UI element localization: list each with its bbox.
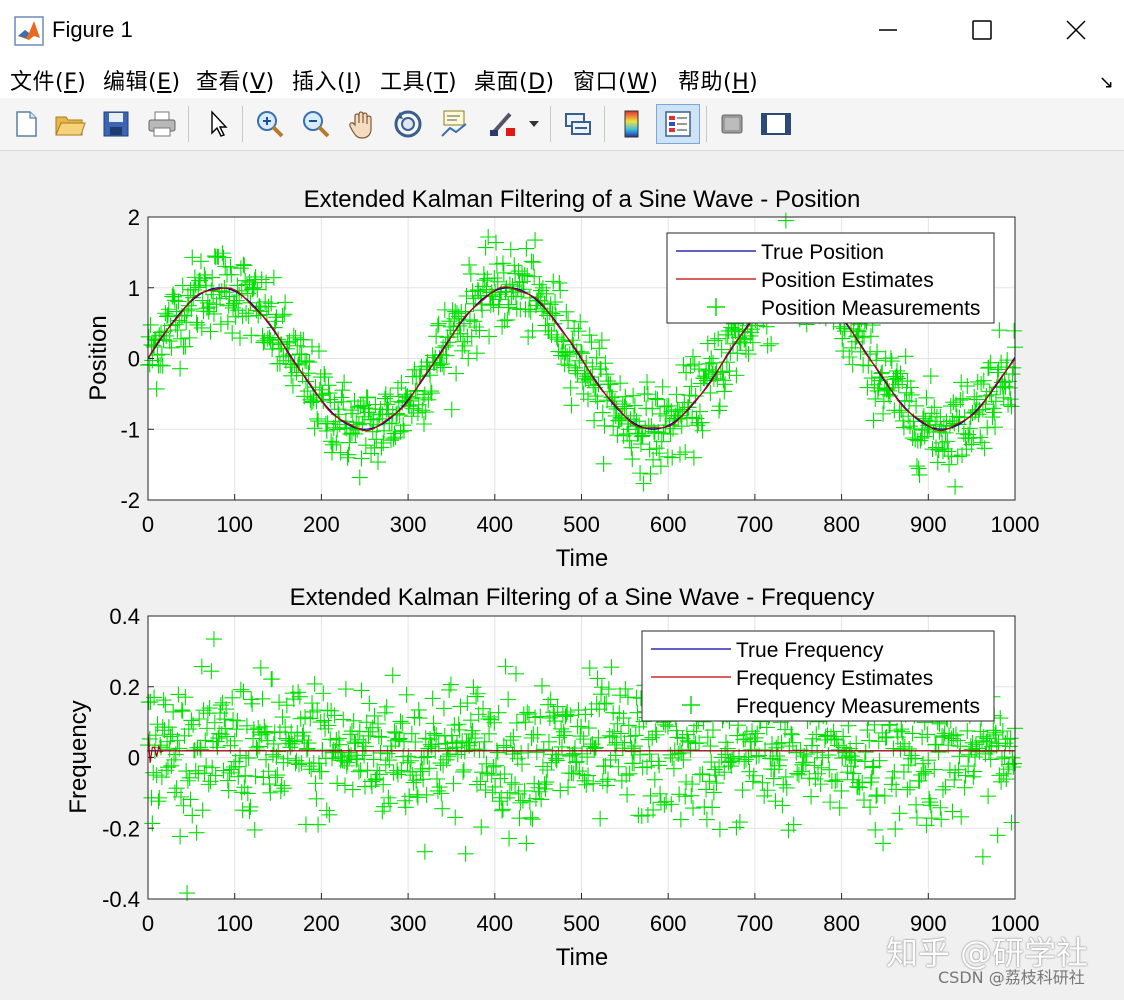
rotate-3d-icon[interactable] <box>390 106 426 142</box>
matlab-logo-icon <box>14 16 44 46</box>
y-tick-label: 2 <box>128 205 140 230</box>
hide-plot-tools-icon[interactable] <box>714 106 750 142</box>
new-file-icon[interactable] <box>8 106 44 142</box>
x-tick-label: 200 <box>303 911 340 936</box>
window-title-bar: Figure 1 <box>0 0 1124 61</box>
x-tick-label: 700 <box>737 911 774 936</box>
axes-position[interactable]: Extended Kalman Filtering of a Sine Wave… <box>85 186 1039 572</box>
menu-window[interactable]: 窗口(W) <box>573 64 658 96</box>
maximize-button[interactable] <box>936 0 1028 60</box>
minimize-icon <box>879 29 897 31</box>
menu-desktop[interactable]: 桌面(D) <box>474 64 555 96</box>
chevron-down-icon[interactable] <box>524 106 544 142</box>
menu-edit[interactable]: 编辑(E) <box>103 64 181 96</box>
y-tick-labels: 0.4 0.2 0 -0.2 -0.4 <box>102 604 154 912</box>
x-tick-label: 600 <box>650 911 687 936</box>
toolbar-separator <box>550 106 551 142</box>
x-tick-label: 500 <box>563 911 600 936</box>
legend-label: True Frequency <box>736 639 884 662</box>
x-tick-label: 600 <box>650 512 687 537</box>
legend-label: True Position <box>761 241 884 264</box>
y-axis-label: Position <box>85 315 112 400</box>
close-button[interactable] <box>1030 0 1122 60</box>
x-tick-label: 800 <box>823 512 860 537</box>
legend-label: Position Estimates <box>761 269 934 292</box>
open-folder-icon[interactable] <box>52 106 88 142</box>
y-tick-label: 0 <box>128 746 140 771</box>
x-tick-label: 200 <box>303 512 340 537</box>
zoom-out-icon[interactable] <box>298 106 334 142</box>
legend-label: Frequency Estimates <box>736 667 933 690</box>
x-tick-label: 400 <box>476 512 513 537</box>
x-tick-label: 0 <box>142 911 154 936</box>
x-tick-label: 1000 <box>991 512 1040 537</box>
menu-help[interactable]: 帮助(H) <box>678 64 758 96</box>
menu-view[interactable]: 查看(V) <box>196 64 275 96</box>
window-title: Figure 1 <box>52 17 133 42</box>
y-tick-label: 0.4 <box>109 604 140 629</box>
dock-arrow-icon[interactable]: ↘ <box>1099 72 1114 93</box>
legend[interactable]: True Position Position Estimates Positio… <box>666 232 995 324</box>
toolbar-separator <box>188 106 189 142</box>
y-tick-label: 0 <box>128 347 140 372</box>
x-tick-label: 400 <box>476 911 513 936</box>
legend-label: Position Measurements <box>761 297 980 320</box>
print-icon[interactable] <box>144 106 180 142</box>
x-axis-label: Time <box>556 944 608 971</box>
data-tips-icon[interactable] <box>436 106 472 142</box>
colorbar-icon[interactable] <box>614 106 650 142</box>
y-tick-label: -1 <box>120 417 140 442</box>
x-tick-label: 700 <box>737 512 774 537</box>
y-tick-label: 1 <box>128 276 140 301</box>
brush-icon[interactable] <box>484 106 520 142</box>
menu-bar: 文件(F) 编辑(E) 查看(V) 插入(I) 工具(T) 桌面(D) 窗口(W… <box>0 60 1124 98</box>
link-plot-icon[interactable] <box>560 106 596 142</box>
menu-tools[interactable]: 工具(T) <box>380 64 457 96</box>
toolbar-separator <box>242 106 243 142</box>
x-tick-label: 300 <box>390 911 427 936</box>
menu-insert[interactable]: 插入(I) <box>292 64 362 96</box>
figure-canvas[interactable]: Extended Kalman Filtering of a Sine Wave… <box>0 151 1124 995</box>
y-tick-label: -0.2 <box>102 816 140 841</box>
y-tick-label: -2 <box>120 488 140 513</box>
figure-svg: Extended Kalman Filtering of a Sine Wave… <box>65 186 1039 971</box>
x-tick-label: 900 <box>910 512 947 537</box>
watermark-csdn: CSDN @荔枝科研社 <box>938 968 1085 987</box>
x-tick-label: 100 <box>216 911 253 936</box>
menu-file[interactable]: 文件(F) <box>10 64 86 96</box>
figure-toolbar <box>0 98 1124 151</box>
x-tick-label: 500 <box>563 512 600 537</box>
save-icon[interactable] <box>98 106 134 142</box>
toolbar-separator <box>706 106 707 142</box>
maximize-icon <box>972 20 992 40</box>
x-tick-label: 300 <box>390 512 427 537</box>
pan-hand-icon[interactable] <box>344 106 380 142</box>
toolbar-separator <box>604 106 605 142</box>
legend-label: Frequency Measurements <box>736 695 980 718</box>
x-tick-label: 800 <box>823 911 860 936</box>
axes-frequency[interactable]: Extended Kalman Filtering of a Sine Wave… <box>65 584 1039 971</box>
zoom-in-icon[interactable] <box>252 106 288 142</box>
chart-title: Extended Kalman Filtering of a Sine Wave… <box>304 186 861 213</box>
legend[interactable]: True Frequency Frequency Estimates Frequ… <box>641 630 995 722</box>
pointer-icon[interactable] <box>200 106 236 142</box>
minimize-button[interactable] <box>842 0 934 60</box>
x-tick-label: 100 <box>216 512 253 537</box>
close-icon <box>1066 20 1086 40</box>
y-axis-label: Frequency <box>65 700 92 813</box>
chart-title: Extended Kalman Filtering of a Sine Wave… <box>290 584 875 611</box>
show-plot-tools-icon[interactable] <box>758 106 794 142</box>
x-axis-label: Time <box>556 545 608 572</box>
legend-icon[interactable] <box>656 104 700 144</box>
y-tick-label: -0.4 <box>102 887 140 912</box>
y-tick-label: 0.2 <box>109 675 140 700</box>
x-tick-label: 0 <box>142 512 154 537</box>
